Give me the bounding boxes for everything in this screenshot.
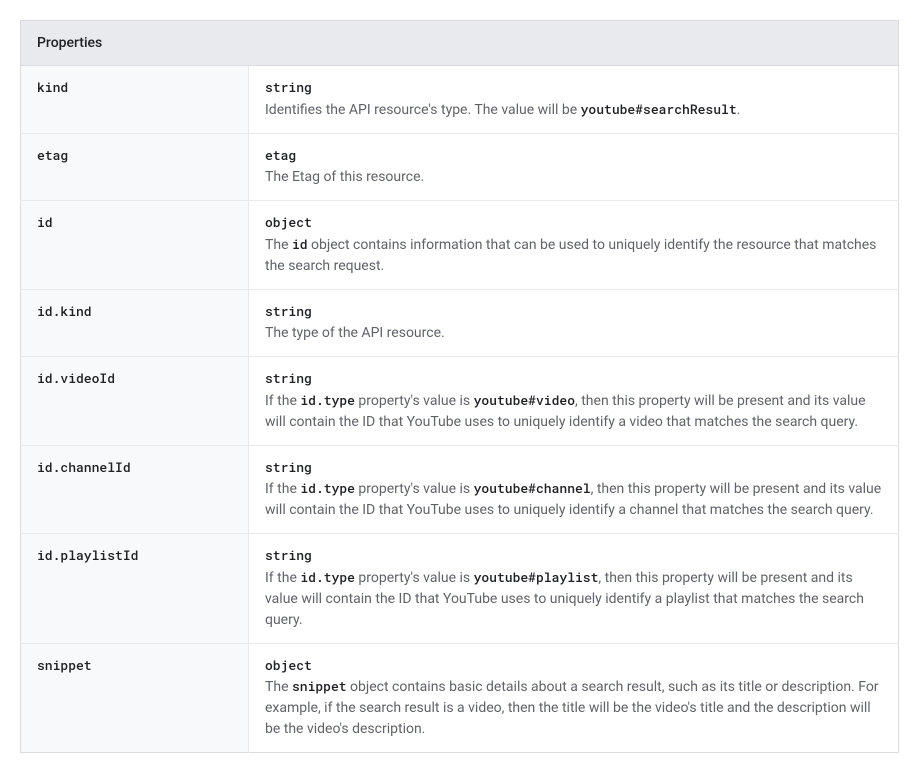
property-description-cell: object The snippet object contains basic … — [249, 643, 899, 753]
property-type: string — [265, 546, 882, 566]
property-row: id object The id object contains informati… — [21, 201, 899, 290]
property-row: kind string Identifies the API resource's … — [21, 66, 899, 134]
inline-code: id.type — [300, 391, 355, 409]
property-name: kind — [21, 66, 249, 134]
properties-header: Properties — [21, 21, 899, 66]
inline-code: id.type — [300, 568, 355, 586]
property-description: Identifies the API resource's type. The … — [265, 102, 740, 118]
property-description-cell: etag The Etag of this resource. — [249, 133, 899, 201]
properties-body: kind string Identifies the API resource's … — [21, 66, 899, 753]
property-name: id.videoId — [21, 357, 249, 446]
property-description-cell: object The id object contains information… — [249, 201, 899, 290]
property-type: string — [265, 78, 882, 98]
inline-code: youtube#video — [474, 391, 575, 409]
property-description-cell: string If the id.type property's value is… — [249, 357, 899, 446]
property-row: snippetobjectThe snippet object contains… — [21, 643, 899, 753]
inline-code: youtube#searchResult — [581, 100, 737, 118]
inline-code: snippet — [292, 677, 347, 695]
property-name: id.playlistId — [21, 534, 249, 644]
property-row: id.channelId string If the id.type propert… — [21, 445, 899, 534]
property-name: id.kind — [21, 289, 249, 357]
property-name: id.channelId — [21, 445, 249, 534]
property-description: The Etag of this resource. — [265, 169, 424, 185]
property-name: id — [21, 201, 249, 290]
inline-code: id — [292, 235, 308, 253]
properties-table: Properties kind string Identifies the API … — [20, 20, 899, 753]
property-description-cell: string The type of the API resource. — [249, 289, 899, 357]
property-type: string — [265, 302, 882, 322]
property-description: The type of the API resource. — [265, 325, 445, 341]
property-row: id.playlistId string If the id.type proper… — [21, 534, 899, 644]
property-description: If the id.type property's value is youtu… — [265, 481, 881, 518]
property-description-cell: string If the id.type property's value is… — [249, 534, 899, 644]
property-type: string — [265, 458, 882, 478]
property-name: snippet — [21, 643, 249, 753]
property-type: object — [265, 213, 882, 233]
property-row: id.kind string The type of the API resourc… — [21, 289, 899, 357]
property-description: The snippet object contains basic detail… — [265, 679, 879, 737]
property-type: etag — [265, 146, 882, 166]
property-description-cell: string If the id.type property's value is… — [249, 445, 899, 534]
inline-code: id.type — [300, 479, 355, 497]
property-type: object — [265, 656, 882, 676]
property-name: etag — [21, 133, 249, 201]
property-row: id.videoId string If the id.type property'… — [21, 357, 899, 446]
property-description: The id object contains information that … — [265, 237, 876, 274]
property-row: etag etag The Etag of this resource. — [21, 133, 899, 201]
inline-code: youtube#playlist — [474, 568, 599, 586]
property-description: If the id.type property's value is youtu… — [265, 393, 866, 430]
property-description: If the id.type property's value is youtu… — [265, 570, 864, 628]
inline-code: youtube#channel — [474, 479, 591, 497]
property-description-cell: string Identifies the API resource's type… — [249, 66, 899, 134]
property-type: string — [265, 369, 882, 389]
